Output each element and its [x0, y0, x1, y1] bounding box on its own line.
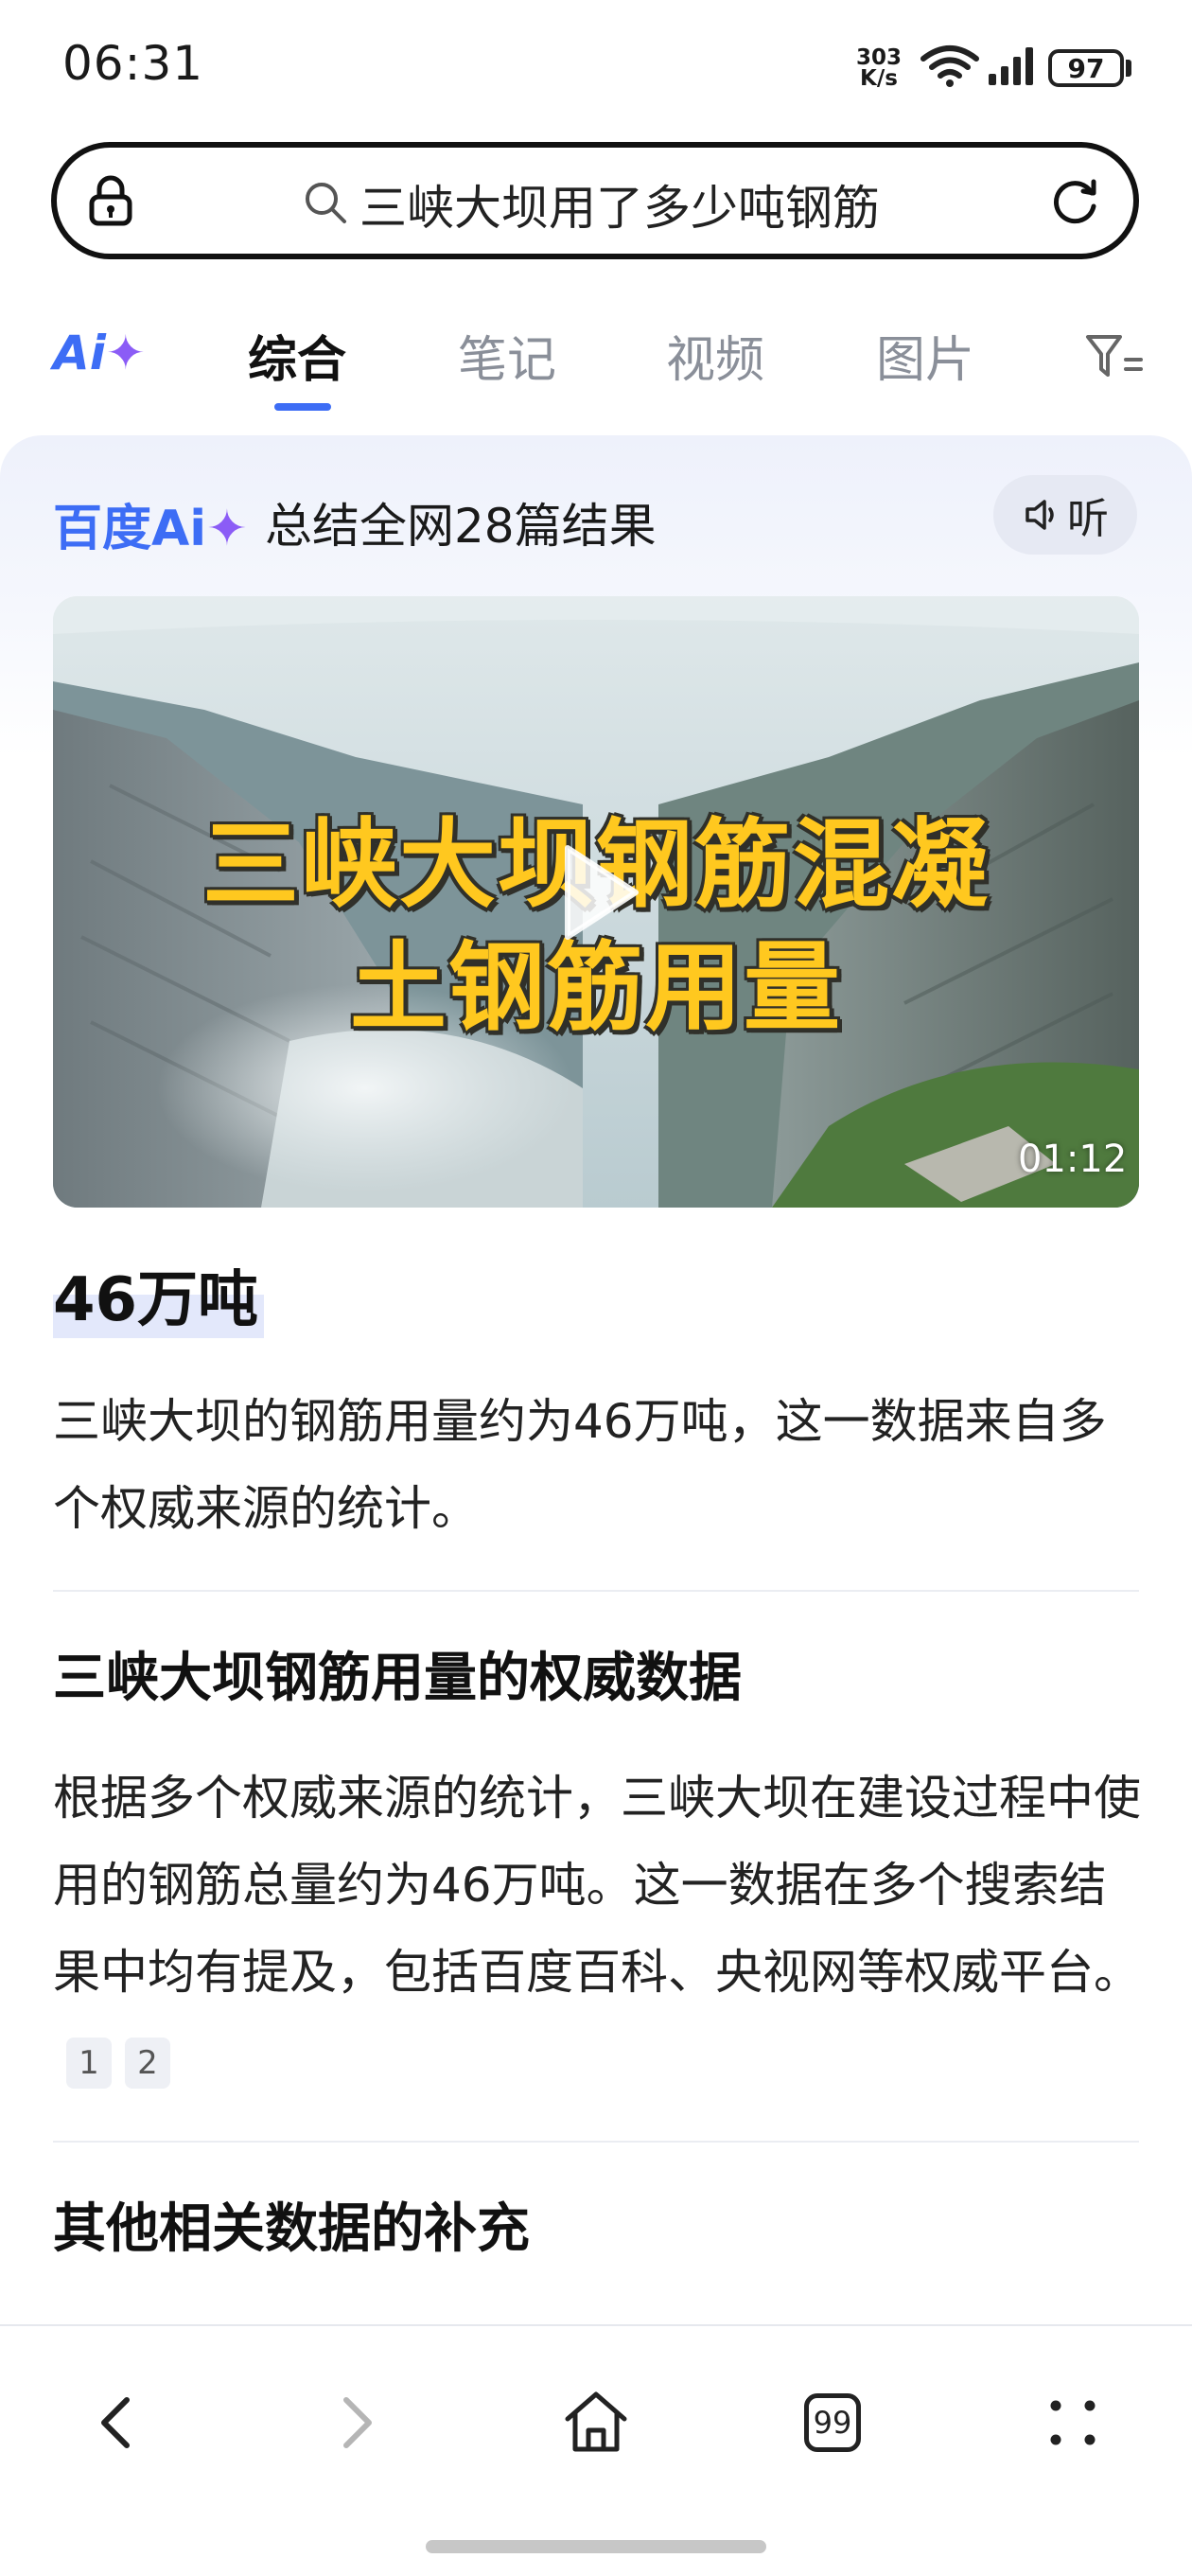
ai-summary-label: 总结全网28篇结果	[265, 499, 657, 554]
battery-nub	[1126, 60, 1131, 77]
signal-icon	[987, 45, 1038, 91]
refresh-icon[interactable]	[1048, 174, 1103, 233]
answer-headline: 46万吨	[53, 1251, 265, 1338]
forward-button[interactable]	[301, 2366, 414, 2479]
answer-intro: 三峡大坝的钢筋用量约为46万吨，这一数据来自多个权威来源的统计。	[53, 1394, 1107, 1536]
tab-videos[interactable]: 视频	[666, 320, 764, 391]
section-paragraph: 根据多个权威来源的统计，三峡大坝在建设过程中使用的钢筋总量约为46万吨。这一数据…	[53, 1755, 1141, 2103]
wifi-icon	[920, 44, 980, 91]
home-icon	[565, 2391, 627, 2452]
speaker-icon	[1025, 500, 1054, 530]
citation-2[interactable]: 2	[125, 2037, 170, 2089]
more-button[interactable]	[1016, 2366, 1130, 2479]
network-speed-unit: K/s	[860, 66, 898, 91]
video-thumbnail[interactable]: 三峡大坝钢筋混凝 土钢筋用量 01:12	[53, 596, 1139, 1208]
tab-notes[interactable]: 笔记	[458, 320, 556, 391]
play-icon[interactable]	[556, 840, 641, 948]
more-icon	[1050, 2400, 1096, 2445]
status-time: 06:31	[62, 36, 204, 91]
battery-icon: 97	[1048, 49, 1124, 87]
section-heading: 其他相关数据的补充	[53, 2198, 530, 2260]
section-text: 根据多个权威来源的统计，三峡大坝在建设过程中使用的钢筋总量约为46万吨。这一数据…	[53, 1771, 1141, 2000]
sparkle-icon: ✦	[105, 326, 146, 380]
tabs-icon: 99	[804, 2393, 861, 2452]
divider	[53, 2141, 1139, 2143]
tab-count: 99	[813, 2405, 852, 2441]
network-speed: 303 K/s	[856, 45, 903, 91]
tab-ai-label: Ai	[53, 326, 106, 380]
listen-button[interactable]: 听	[993, 475, 1137, 555]
home-button[interactable]	[539, 2366, 653, 2479]
network-speed-value: 303	[856, 45, 903, 70]
lock-icon[interactable]	[87, 174, 134, 231]
active-tab-indicator	[274, 403, 331, 411]
tab-images[interactable]: 图片	[876, 320, 974, 391]
battery-level: 97	[1067, 52, 1105, 84]
citation-1[interactable]: 1	[66, 2037, 112, 2089]
filter-icon[interactable]	[1084, 333, 1145, 382]
search-input[interactable]: 三峡大坝用了多少吨钢筋	[359, 170, 880, 238]
tab-comprehensive[interactable]: 综合	[248, 320, 346, 391]
search-icon	[303, 180, 348, 229]
listen-label: 听	[1067, 495, 1109, 543]
tabs-button[interactable]: 99	[776, 2366, 889, 2479]
home-indicator[interactable]	[426, 2540, 766, 2553]
divider	[53, 1590, 1139, 1592]
forward-icon	[343, 2397, 372, 2448]
video-duration: 01:12	[1018, 1138, 1128, 1181]
tab-ai[interactable]: Ai✦	[53, 326, 146, 380]
sparkle-icon: ✦	[206, 501, 248, 557]
back-icon	[101, 2397, 130, 2448]
back-button[interactable]	[59, 2366, 172, 2479]
section-heading: 三峡大坝钢筋用量的权威数据	[53, 1648, 742, 1709]
baidu-ai-logo: 百度Ai✦	[53, 501, 248, 557]
